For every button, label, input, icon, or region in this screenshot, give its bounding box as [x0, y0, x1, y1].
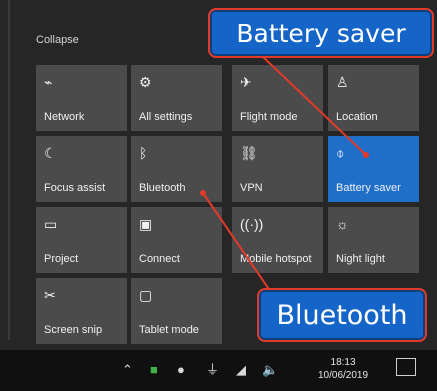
tray-usb-icon[interactable]: ⏚: [206, 360, 219, 380]
tile-project[interactable]: ▭ Project: [36, 207, 127, 273]
tile-label: Connect: [139, 253, 180, 265]
tile-connect[interactable]: ▣ Connect: [131, 207, 222, 273]
sun-icon: ☼: [336, 216, 349, 232]
scissors-icon: ✂: [44, 287, 56, 303]
tile-vpn[interactable]: ⛓ VPN: [232, 136, 323, 202]
tile-screen-snip[interactable]: ✂ Screen snip: [36, 278, 127, 344]
action-center-panel: Collapse ⌁ Network ⚙ All settings ✈ Flight mo…: [0, 0, 437, 391]
tile-label: All settings: [139, 111, 193, 123]
tile-mobile-hotspot[interactable]: ((·)) Mobile hotspot: [232, 207, 323, 273]
tile-label: Project: [44, 253, 79, 265]
collapse-link[interactable]: Collapse: [36, 34, 79, 46]
hotspot-icon: ((·)): [240, 216, 264, 232]
connect-icon: ▣: [139, 216, 153, 232]
volume-icon[interactable]: 🔈: [262, 360, 278, 380]
clock-date: 10/06/2019: [318, 370, 369, 381]
tile-focus-assist[interactable]: ☾ Focus assist: [36, 136, 127, 202]
battery-saver-callout: Battery saver: [208, 8, 434, 58]
taskbar: ⌃ ■ ● ⏚ ◢ 🔈 18:13 10/06/2019: [0, 350, 437, 391]
moon-icon: ☾: [44, 145, 57, 161]
clock[interactable]: 18:13 10/06/2019: [318, 356, 368, 382]
tile-label: Battery saver: [336, 182, 401, 194]
tablet-icon: ▢: [139, 287, 153, 303]
tile-night-light[interactable]: ☼ Night light: [328, 207, 419, 273]
tile-tablet-mode[interactable]: ▢ Tablet mode: [131, 278, 222, 344]
tile-label: Screen snip: [44, 324, 103, 336]
tile-label: Focus assist: [44, 182, 106, 194]
bluetooth-callout: Bluetooth: [257, 288, 427, 342]
gear-icon: ⚙: [139, 74, 152, 90]
show-hidden-icons-icon[interactable]: ⌃: [122, 360, 133, 380]
tile-label: Network: [44, 111, 85, 123]
bluetooth-icon: ᛒ: [139, 145, 148, 161]
tile-flight-mode[interactable]: ✈ Flight mode: [232, 65, 323, 131]
notification-icon[interactable]: [396, 358, 416, 376]
tile-network[interactable]: ⌁ Network: [36, 65, 127, 131]
tile-bluetooth[interactable]: ᛒ Bluetooth: [131, 136, 222, 202]
panel-edge: [8, 0, 10, 340]
airplane-icon: ✈: [240, 74, 252, 90]
tile-label: VPN: [240, 182, 263, 194]
project-icon: ▭: [44, 216, 58, 232]
clock-time: 18:13: [330, 357, 356, 368]
tile-label: Flight mode: [240, 111, 298, 123]
tray-app-icon[interactable]: ■: [150, 360, 158, 380]
vpn-icon: ⛓: [240, 145, 258, 161]
tile-label: Tablet mode: [139, 324, 199, 336]
network-icon: ⌁: [44, 74, 53, 90]
tile-label: Location: [336, 111, 378, 123]
tile-label: Mobile hotspot: [240, 253, 312, 265]
tile-label: Bluetooth: [139, 182, 186, 194]
tile-battery-saver[interactable]: ⌽ Battery saver: [328, 136, 419, 202]
tile-location[interactable]: ♙ Location: [328, 65, 419, 131]
location-icon: ♙: [336, 74, 349, 90]
wifi-icon[interactable]: ◢: [236, 360, 246, 380]
tray-people-icon[interactable]: ●: [177, 360, 185, 380]
tile-all-settings[interactable]: ⚙ All settings: [131, 65, 222, 131]
battery-saver-icon: ⌽: [336, 145, 345, 161]
tile-label: Night light: [336, 253, 385, 265]
